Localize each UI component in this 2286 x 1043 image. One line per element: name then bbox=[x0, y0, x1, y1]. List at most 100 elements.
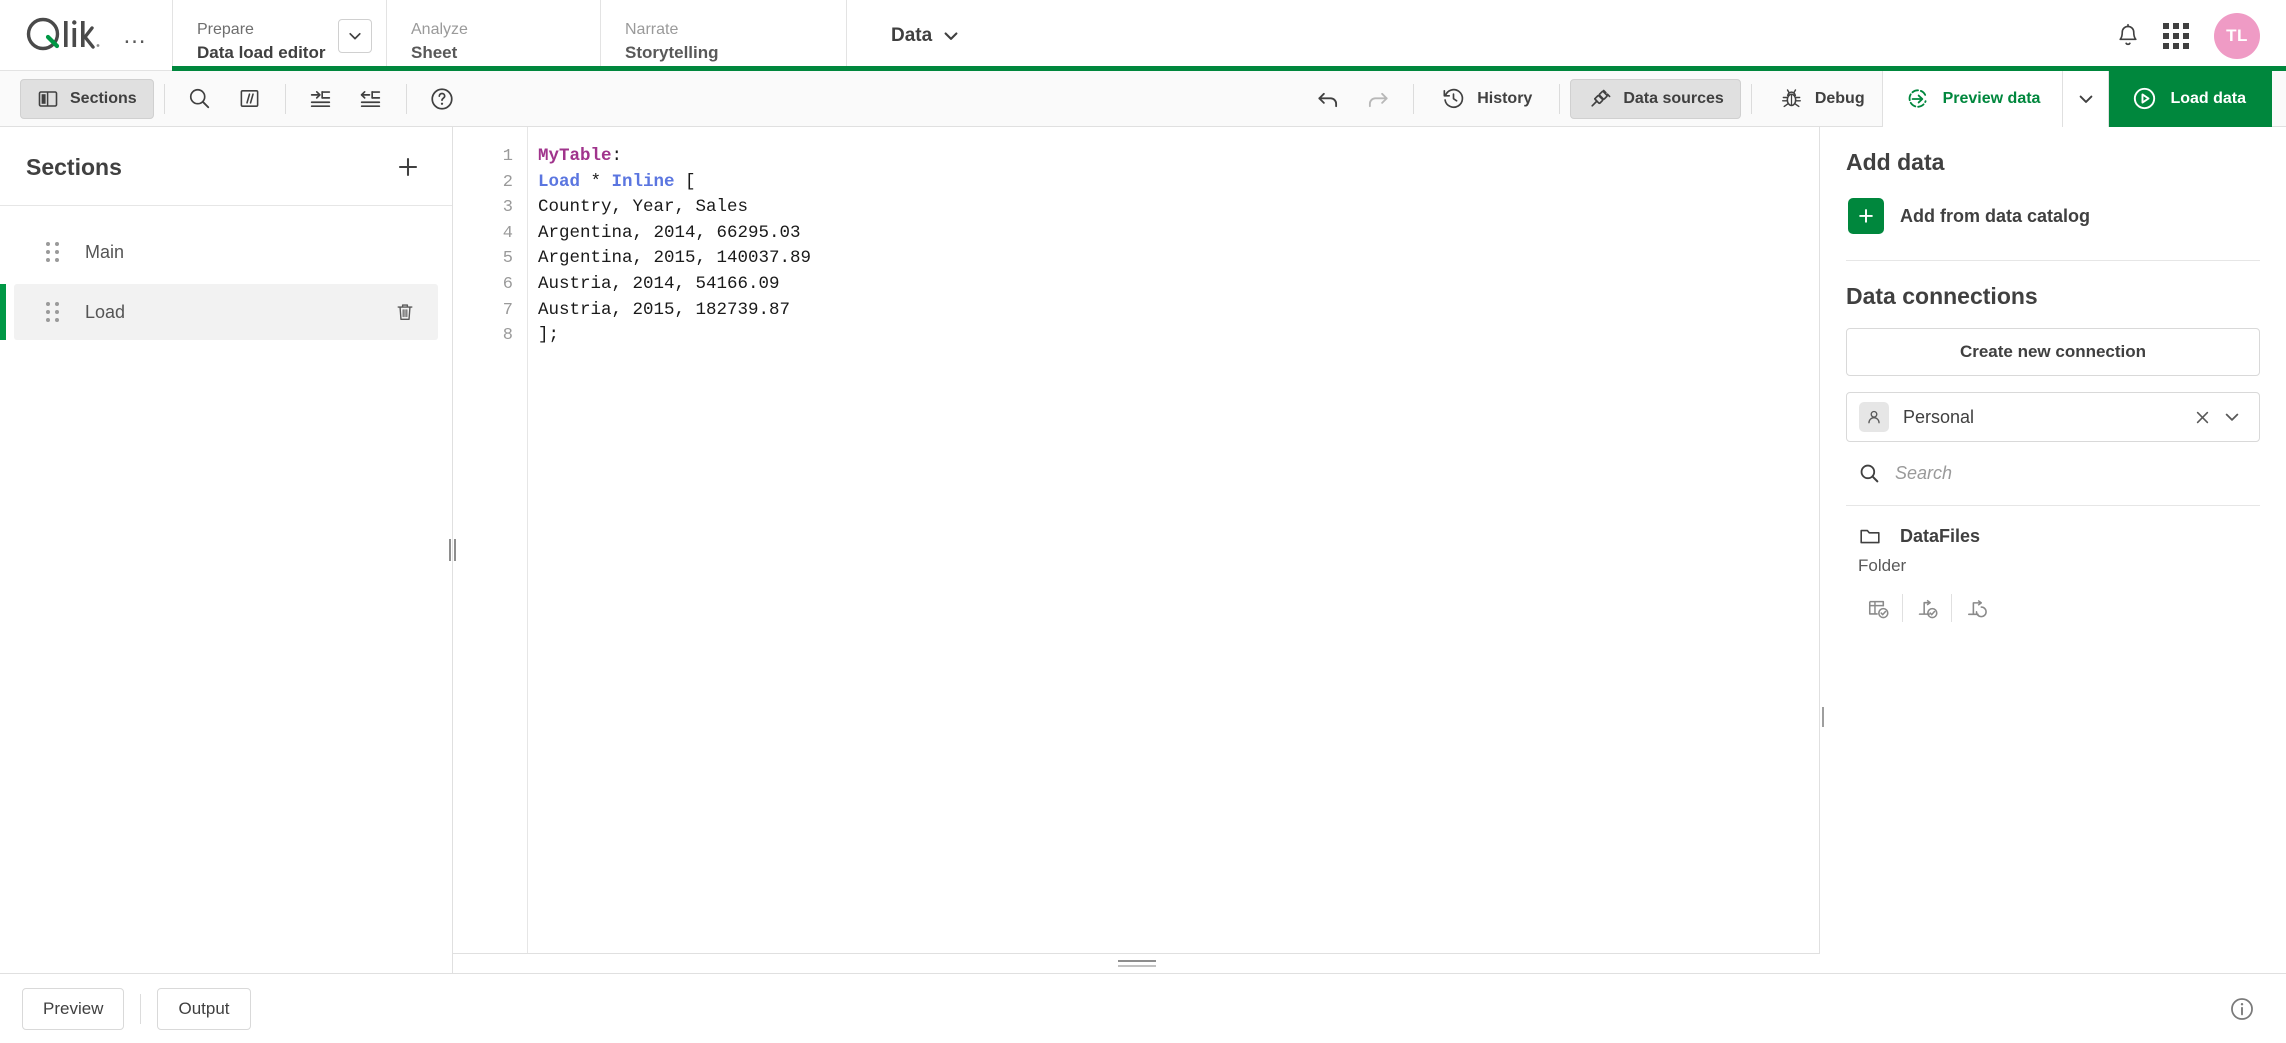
user-avatar-initials: TL bbox=[2226, 25, 2248, 45]
indent-decrease-button[interactable] bbox=[349, 79, 393, 119]
preview-tab-button[interactable]: Preview bbox=[22, 987, 125, 1030]
footer-info-button[interactable] bbox=[2222, 989, 2262, 1029]
add-from-data-catalog-button[interactable]: + Add from data catalog bbox=[1846, 194, 2260, 238]
search-script-button[interactable] bbox=[178, 79, 222, 119]
add-section-button[interactable] bbox=[390, 149, 426, 185]
close-icon bbox=[2196, 411, 2208, 423]
space-selector[interactable]: Personal bbox=[1846, 392, 2260, 442]
line-number: 6 bbox=[502, 274, 513, 294]
edit-connection-button[interactable] bbox=[1952, 586, 2000, 630]
select-data-button[interactable] bbox=[1854, 586, 1902, 630]
sections-panel: Sections Main Load bbox=[0, 127, 456, 973]
toolbar-separator bbox=[1750, 83, 1752, 114]
toolbar-separator bbox=[1413, 83, 1415, 114]
header-tab-prepare-chevron-button[interactable] bbox=[338, 18, 372, 53]
add-from-data-catalog-label: Add from data catalog bbox=[1900, 205, 2091, 226]
code-line: Country, Year, Sales bbox=[538, 195, 1819, 221]
code-token: MyTable bbox=[538, 146, 612, 166]
script-editor[interactable]: 12345678 MyTable: Load * Inline [Country,… bbox=[453, 127, 1820, 954]
code-line: MyTable: bbox=[538, 144, 1819, 170]
data-menu-button[interactable]: Data bbox=[883, 19, 968, 53]
resize-grip-icon bbox=[1820, 707, 1824, 727]
header-accent-bar bbox=[172, 66, 2286, 71]
load-data-button[interactable]: Load data bbox=[2109, 70, 2272, 127]
editor-toolbar: Sections History Data sources Debug Prev… bbox=[0, 70, 2286, 127]
trash-icon bbox=[397, 304, 413, 321]
section-item-main[interactable]: Main bbox=[14, 224, 438, 280]
preview-data-gear-icon bbox=[1908, 88, 1927, 108]
toolbar-right-group: History Data sources Debug Preview data … bbox=[1303, 70, 2272, 127]
header-tab-narrate-category: Narrate bbox=[625, 20, 679, 38]
plug-connection-icon bbox=[1591, 89, 1611, 107]
code-token: Country, Year, Sales bbox=[538, 197, 749, 218]
create-new-connection-button[interactable]: Create new connection bbox=[1846, 328, 2260, 376]
debug-button[interactable]: Debug bbox=[1762, 79, 1882, 119]
code-token: Austria, 2014, 54166.09 bbox=[538, 273, 780, 294]
play-circle-icon bbox=[2134, 87, 2156, 110]
debug-label: Debug bbox=[1814, 89, 1865, 107]
notifications-button[interactable] bbox=[2106, 14, 2150, 58]
code-token: ]; bbox=[538, 325, 560, 346]
drag-handle-icon[interactable] bbox=[46, 302, 59, 322]
app-launcher-button[interactable] bbox=[2154, 14, 2198, 58]
section-item-label: Main bbox=[85, 241, 125, 262]
load-options-dropdown-button[interactable] bbox=[2063, 70, 2110, 127]
indent-increase-button[interactable] bbox=[299, 79, 343, 119]
search-icon bbox=[190, 88, 210, 109]
sections-panel-resize-handle[interactable] bbox=[447, 127, 457, 973]
qlik-logo[interactable] bbox=[24, 17, 112, 53]
data-panel-resize-handle[interactable] bbox=[1820, 697, 1825, 737]
clear-space-button[interactable] bbox=[2187, 402, 2217, 432]
insert-connection-string-button[interactable] bbox=[1903, 586, 1951, 630]
history-label: History bbox=[1477, 89, 1533, 107]
script-editor-column: 12345678 MyTable: Load * Inline [Country,… bbox=[453, 127, 1820, 973]
connection-name: DataFiles bbox=[1900, 525, 1981, 546]
user-avatar[interactable]: TL bbox=[2214, 12, 2260, 59]
edit-connection-icon bbox=[1967, 599, 1987, 617]
app-header: … Prepare Data load editor Analyze Sheet… bbox=[0, 0, 2286, 71]
code-token: [ bbox=[674, 171, 696, 192]
editor-bottom-resize-handle[interactable] bbox=[453, 953, 1820, 973]
toggle-sections-label: Sections bbox=[70, 89, 137, 107]
preview-data-label: Preview data bbox=[1942, 89, 2041, 107]
line-number: 7 bbox=[502, 300, 513, 320]
connection-actions bbox=[1846, 586, 2260, 630]
load-data-label: Load data bbox=[2170, 89, 2246, 107]
code-token: : bbox=[611, 146, 623, 166]
line-number: 2 bbox=[502, 172, 513, 192]
header-more-menu-button[interactable]: … bbox=[118, 19, 152, 53]
drag-handle-icon[interactable] bbox=[46, 242, 59, 262]
space-selector-value: Personal bbox=[1903, 406, 1975, 427]
footer-tabs: Preview Output bbox=[22, 987, 251, 1030]
person-icon bbox=[1859, 402, 1889, 432]
resize-grip-icon bbox=[448, 539, 456, 561]
connection-item-datafiles[interactable]: DataFiles bbox=[1846, 506, 2260, 550]
data-sources-button[interactable]: Data sources bbox=[1570, 78, 1741, 119]
output-tab-button[interactable]: Output bbox=[157, 987, 251, 1030]
section-item-load[interactable]: Load bbox=[0, 284, 438, 340]
toggle-comment-button[interactable] bbox=[228, 79, 272, 119]
indent-increase-icon bbox=[311, 91, 331, 108]
chevron-down-icon bbox=[2079, 95, 2093, 103]
header-tab-analyze[interactable]: Analyze Sheet bbox=[386, 0, 600, 71]
editor-code-area[interactable]: MyTable: Load * Inline [Country, Year, Sa… bbox=[528, 127, 1819, 954]
chevron-down-icon bbox=[2225, 413, 2239, 421]
search-icon bbox=[1860, 464, 1879, 483]
redo-button[interactable] bbox=[1356, 79, 1400, 119]
header-tab-prepare[interactable]: Prepare Data load editor bbox=[172, 0, 386, 71]
preview-data-button[interactable]: Preview data bbox=[1881, 70, 2064, 127]
code-token: Argentina, 2015, 140037.89 bbox=[538, 248, 812, 269]
space-dropdown-button[interactable] bbox=[2217, 402, 2247, 432]
toggle-sections-button[interactable]: Sections bbox=[20, 78, 154, 119]
header-left-underline bbox=[0, 70, 172, 71]
undo-button[interactable] bbox=[1306, 79, 1350, 119]
history-button[interactable]: History bbox=[1424, 79, 1549, 119]
help-circle-icon bbox=[431, 87, 453, 110]
data-sources-panel: Add data + Add from data catalog Data co… bbox=[1820, 127, 2286, 973]
help-button[interactable] bbox=[420, 79, 464, 119]
data-sources-label: Data sources bbox=[1623, 89, 1724, 107]
connection-search-input[interactable] bbox=[1895, 463, 2260, 484]
delete-section-button[interactable] bbox=[390, 297, 420, 327]
connection-search-row[interactable] bbox=[1846, 442, 2260, 506]
header-tab-narrate[interactable]: Narrate Storytelling bbox=[600, 0, 846, 71]
